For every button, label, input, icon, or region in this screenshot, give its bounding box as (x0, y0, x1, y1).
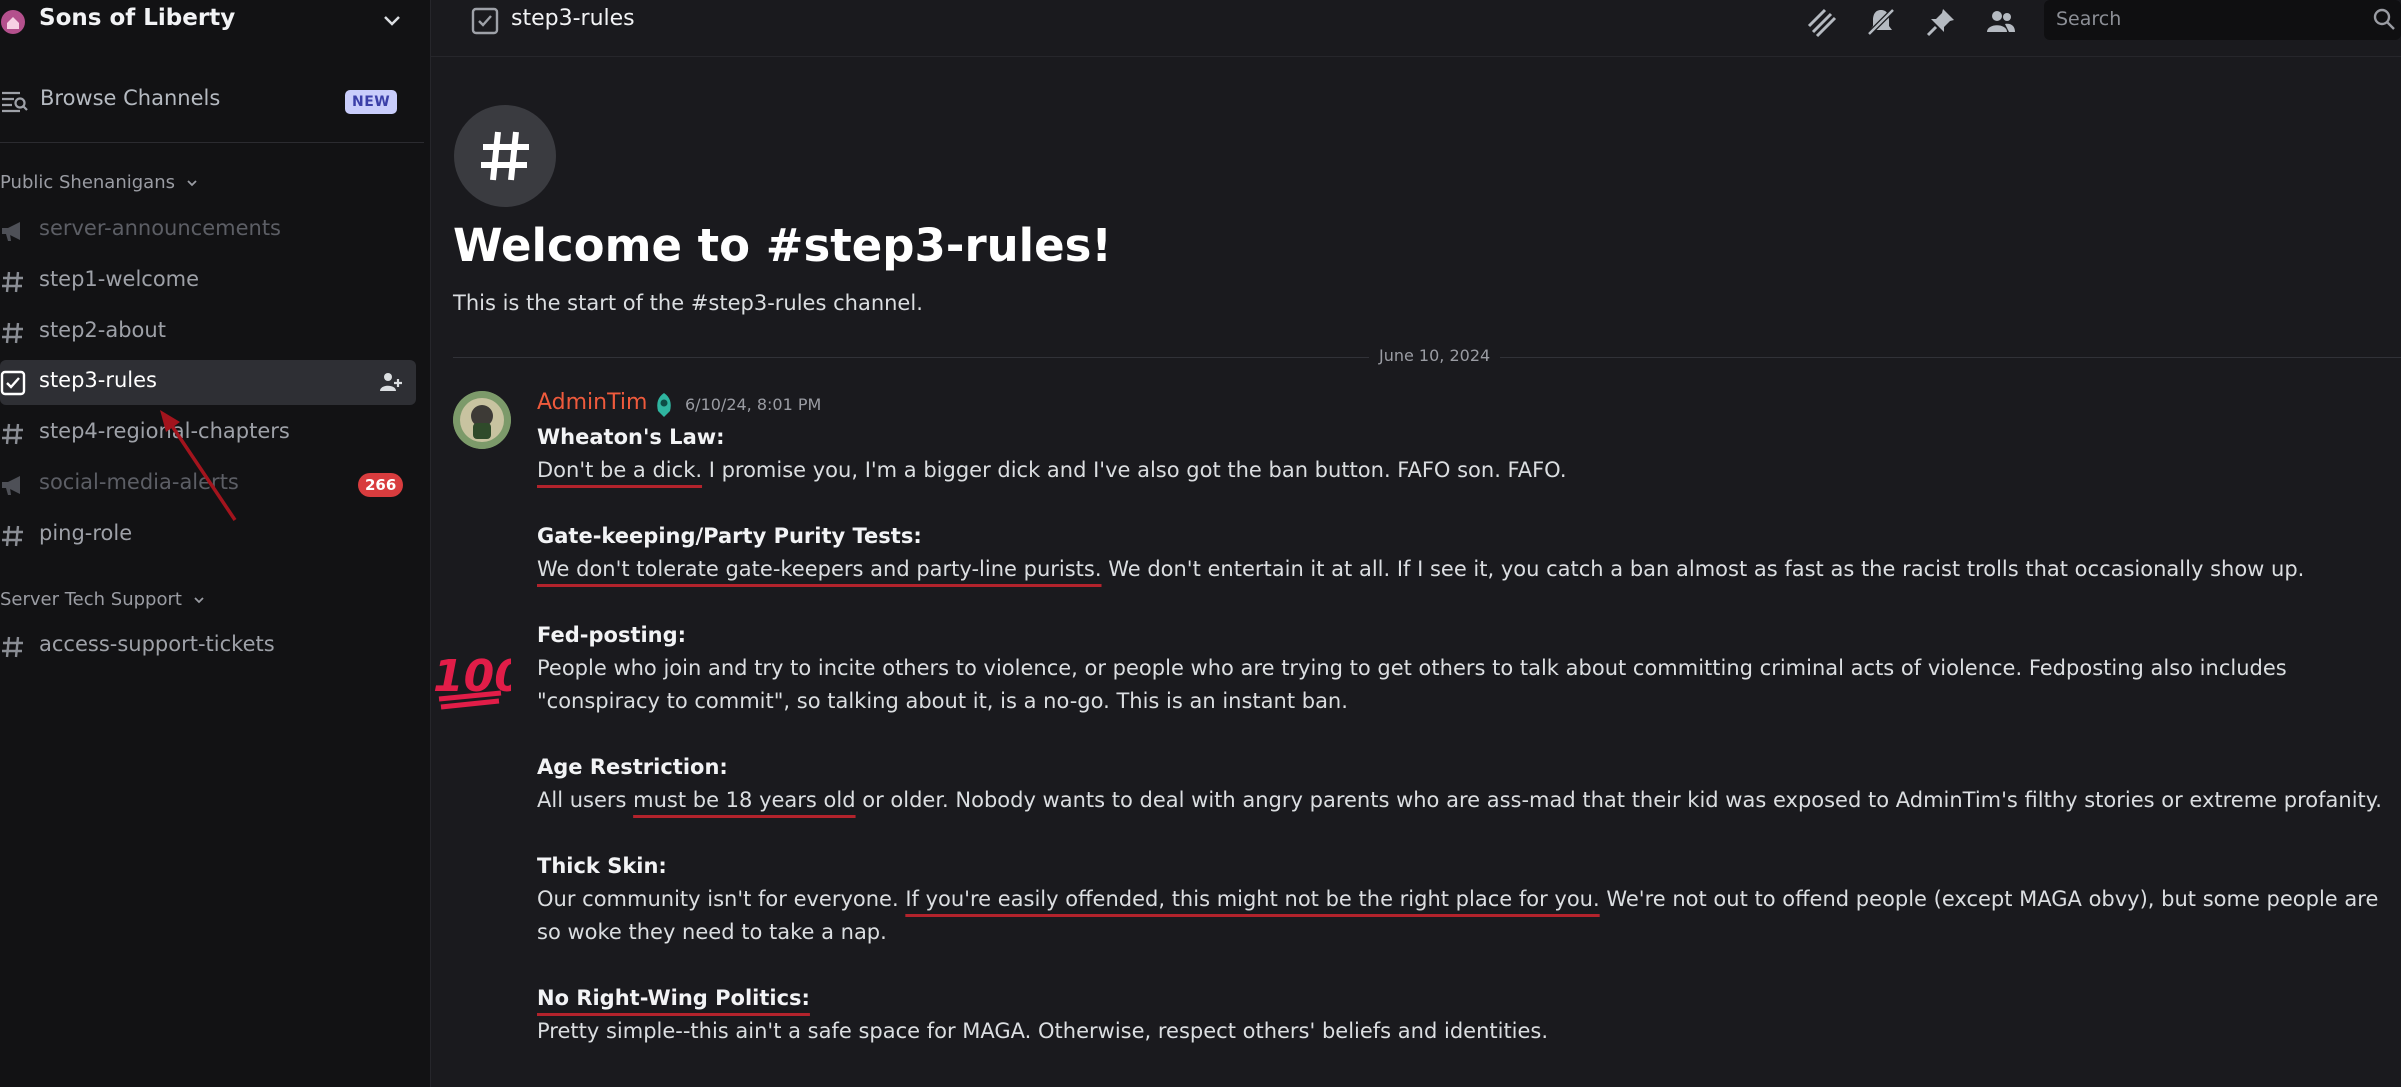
rules-icon (471, 7, 499, 35)
channel-header: step3-rules Search (431, 0, 2401, 57)
channel-step1-welcome[interactable]: step1-welcome (0, 259, 416, 304)
chevron-down-icon (187, 180, 197, 187)
hash-icon (2, 322, 23, 344)
hash-icon (2, 271, 23, 293)
hash-icon (2, 525, 23, 547)
rule-text: People who join and try to incite others… (537, 656, 2287, 713)
highlighted-text: We don't tolerate gate-keepers and party… (537, 557, 1102, 581)
rule-item: Fed-posting: People who join and try to … (537, 619, 2387, 718)
channel-label: step3-rules (39, 368, 158, 392)
search-icon[interactable] (2371, 6, 2397, 32)
rule-item: Age Restriction: All users must be 18 ye… (537, 751, 2387, 817)
channel-step3-rules[interactable]: step3-rules (0, 360, 416, 405)
rule-text-rest: or older. Nobody wants to deal with angr… (855, 788, 2382, 812)
channel-label: step1-welcome (39, 267, 200, 291)
red-arrow-annotation (160, 410, 237, 521)
threads-icon[interactable] (1805, 6, 1837, 38)
message-author[interactable]: AdminTim (537, 390, 647, 415)
rule-text: All users must be 18 years old or older.… (537, 784, 2387, 817)
rule-title: Wheaton's Law: (537, 425, 725, 449)
announcement-icon (2, 476, 20, 495)
unread-count-badge: 266 (358, 473, 404, 497)
highlighted-text: If you're easily offended, this might no… (905, 887, 1600, 911)
browse-channels-label: Browse Channels (40, 86, 221, 110)
rule-text-rest: We don't entertain it at all. If I see i… (1101, 557, 2305, 581)
rule-text: Don't be a dick. I promise you, I'm a bi… (537, 454, 2387, 487)
message-area: Welcome to #step3-rules! This is the sta… (431, 57, 2401, 1087)
rule-title: No Right-Wing Politics: (537, 982, 2387, 1015)
highlighted-text: Don't be a dick. (537, 458, 703, 482)
hash-icon (2, 636, 23, 658)
members-icon[interactable] (1985, 6, 2017, 38)
channel-title: step3-rules (511, 6, 635, 31)
category-server-tech-support[interactable]: Server Tech Support (0, 589, 206, 619)
rule-item: Gate-keeping/Party Purity Tests: We don'… (537, 520, 2387, 586)
rule-title: Age Restriction: (537, 755, 728, 779)
chevron-down-icon[interactable] (380, 9, 404, 33)
new-badge: NEW (345, 90, 398, 114)
hash-icon (481, 131, 529, 181)
message-content: Wheaton's Law: Don't be a dick. I promis… (537, 421, 2387, 1081)
server-header[interactable]: Sons of Liberty (0, 0, 430, 44)
highlighted-text: must be 18 years old (633, 788, 856, 812)
rule-title: Fed-posting: (537, 623, 687, 647)
channel-hero-icon (454, 105, 556, 207)
avatar[interactable] (453, 391, 511, 449)
channel-label: step2-about (39, 318, 166, 342)
browse-channels-icon (2, 91, 28, 113)
role-icon (657, 393, 671, 417)
rule-title: Gate-keeping/Party Purity Tests: (537, 524, 922, 548)
rule-text-pre: Our community isn't for everyone. (537, 887, 906, 911)
rule-item: Wheaton's Law: Don't be a dick. I promis… (537, 421, 2387, 487)
channel-access-support-tickets[interactable]: access-support-tickets (0, 624, 416, 669)
browse-channels[interactable]: Browse Channels NEW (0, 82, 430, 120)
channel-label: server-announcements (39, 216, 281, 240)
welcome-subtitle: This is the start of the #step3-rules ch… (453, 291, 923, 315)
channel-label: ping-role (39, 521, 133, 545)
hash-icon (2, 423, 23, 445)
chevron-down-icon (194, 597, 204, 604)
search-input[interactable]: Search (2044, 0, 2401, 40)
rule-text-rest: I promise you, I'm a bigger dick and I'v… (702, 458, 1567, 482)
channel-sidebar: Sons of Liberty Browse Channels NEW Publ… (0, 0, 431, 1087)
category-label: Server Tech Support (0, 589, 182, 610)
category-label: Public Shenanigans (0, 172, 175, 193)
highlighted-text: No Right-Wing Politics: (537, 986, 810, 1010)
server-name: Sons of Liberty (39, 5, 236, 31)
announcement-icon (2, 222, 20, 241)
pin-icon[interactable] (1925, 6, 1957, 38)
rule-text-pre: All users (537, 788, 634, 812)
server-icon (1, 10, 25, 34)
rule-text: We don't tolerate gate-keepers and party… (537, 553, 2387, 586)
add-user-icon[interactable] (379, 370, 403, 394)
rule-item: No Right-Wing Politics: Pretty simple--t… (537, 982, 2387, 1048)
rule-text: Pretty simple--this ain't a safe space f… (537, 1019, 1549, 1043)
hundred-points-icon: 100 (433, 651, 511, 710)
date-divider: June 10, 2024 (1369, 346, 1501, 365)
rule-text: Our community isn't for everyone. If you… (537, 883, 2387, 949)
category-public-shenanigans[interactable]: Public Shenanigans (0, 172, 199, 202)
rule-item: Thick Skin: Our community isn't for ever… (537, 850, 2387, 949)
message-timestamp: 6/10/24, 8:01 PM (685, 395, 822, 414)
search-placeholder: Search (2056, 8, 2122, 30)
channel-step2-about[interactable]: step2-about (0, 310, 416, 355)
sidebar-divider (0, 142, 424, 143)
welcome-title: Welcome to #step3-rules! (453, 219, 1112, 272)
rules-icon (0, 370, 26, 396)
channel-server-announcements[interactable]: server-announcements (0, 208, 416, 253)
rule-title: Thick Skin: (537, 854, 667, 878)
channel-label: access-support-tickets (39, 632, 275, 656)
mute-icon[interactable] (1865, 6, 1897, 38)
